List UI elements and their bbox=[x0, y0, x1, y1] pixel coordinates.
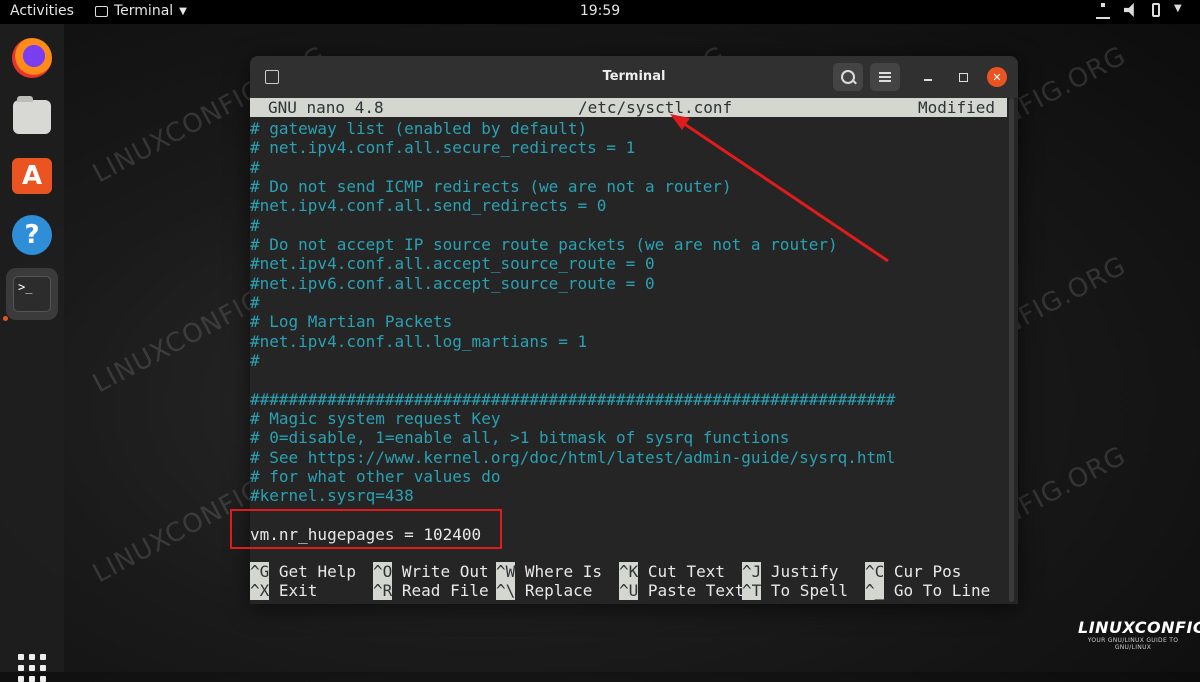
linuxconfig-logo: LINUXCONFIG YOUR GNU/LINUX GUIDE TO GNU/… bbox=[1078, 618, 1200, 651]
annotation-arrow bbox=[670, 114, 889, 263]
